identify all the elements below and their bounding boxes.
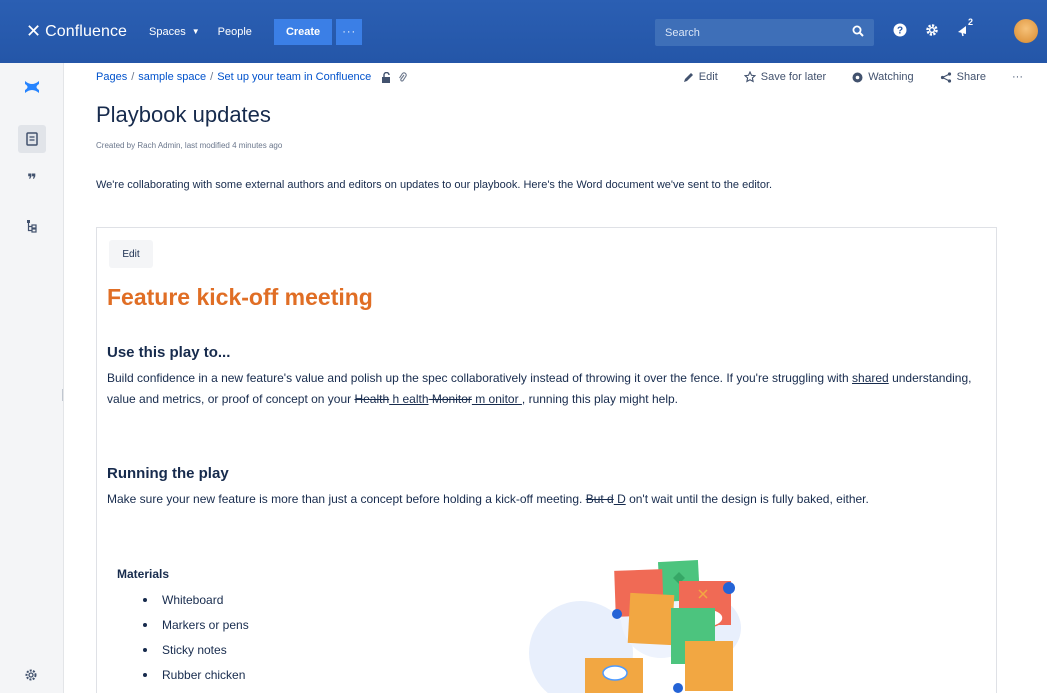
text-run: , running this play might help.: [521, 392, 678, 406]
pages-icon[interactable]: [18, 125, 46, 153]
inserted-text: D: [613, 492, 626, 506]
list-item: Whiteboard: [141, 591, 249, 616]
document-heading: Feature kick-off meeting: [107, 284, 373, 310]
search-input[interactable]: [665, 26, 845, 39]
edit-page-button[interactable]: Edit: [683, 71, 718, 83]
spaces-label: Spaces: [149, 25, 186, 38]
confluence-logo[interactable]: ✕ Confluence: [26, 21, 127, 42]
create-button[interactable]: Create: [273, 18, 333, 45]
breadcrumb-sample-space[interactable]: sample space: [138, 71, 206, 83]
unlock-icon[interactable]: [381, 71, 392, 83]
section-paragraph-use-this-play: Build confidence in a new feature's valu…: [107, 368, 987, 410]
space-settings-icon[interactable]: [24, 668, 40, 684]
deleted-text: Monitor: [428, 392, 472, 406]
inserted-text: h ealth: [389, 392, 429, 406]
left-sidebar: ❞: [0, 63, 64, 693]
watching-label: Watching: [868, 71, 914, 83]
breadcrumb-pages[interactable]: Pages: [96, 71, 127, 83]
create-more-button[interactable]: ···: [336, 18, 363, 45]
eye-icon: [852, 72, 863, 82]
confluence-x-icon: ✕: [26, 21, 42, 41]
edit-label: Edit: [698, 71, 718, 83]
text-run: Build confidence in a new feature's valu…: [107, 371, 853, 385]
more-actions-button[interactable]: ···: [1012, 71, 1023, 83]
page-intro-text: We're collaborating with some external a…: [96, 179, 773, 191]
page-actions: Edit Save for later Watching Share ···: [657, 71, 1023, 83]
svg-text:?: ?: [897, 26, 903, 37]
breadcrumb: Pages / sample space / Set up your team …: [96, 71, 408, 83]
star-icon: [743, 71, 756, 83]
section-title-use-this-play: Use this play to...: [107, 344, 231, 361]
text-run: on't wait until the design is fully bake…: [625, 492, 869, 506]
page-title: Playbook updates: [96, 102, 271, 127]
share-button[interactable]: Share: [940, 71, 986, 83]
inserted-text: shared: [852, 371, 889, 385]
materials-list: Whiteboard Markers or pens Sticky notes …: [141, 591, 249, 691]
blog-quote-icon[interactable]: ❞: [22, 170, 42, 190]
text-run: Make sure your new feature is more than …: [107, 492, 586, 506]
notifications-icon[interactable]: 2: [955, 17, 979, 38]
brand-name: Confluence: [45, 22, 128, 40]
list-item: Markers or pens: [141, 616, 249, 641]
deleted-text: Health: [354, 392, 390, 406]
deleted-text: But d: [585, 492, 614, 506]
share-label: Share: [956, 71, 986, 83]
save-for-later-button[interactable]: Save for later: [743, 71, 827, 83]
document-edit-button[interactable]: Edit: [109, 240, 153, 268]
main-content: Pages / sample space / Set up your team …: [64, 63, 1047, 693]
chevron-down-icon: ▼: [191, 27, 200, 36]
notification-count: 2: [968, 17, 974, 27]
attachment-icon[interactable]: [398, 71, 408, 83]
embedded-document: Edit Feature kick-off meeting Use this p…: [96, 227, 997, 693]
list-item: Rubber chicken: [141, 666, 249, 691]
settings-gear-icon[interactable]: [924, 22, 940, 38]
help-icon[interactable]: ?: [892, 22, 908, 38]
people-link[interactable]: People: [218, 26, 252, 38]
materials-title: Materials: [117, 567, 170, 581]
top-navigation: ✕ Confluence Spaces ▼ People Create ··· …: [0, 0, 1047, 63]
user-avatar[interactable]: [1014, 19, 1038, 43]
spaces-menu[interactable]: Spaces ▼: [149, 26, 200, 38]
page-tree-icon[interactable]: [22, 216, 42, 236]
section-paragraph-running-the-play: Make sure your new feature is more than …: [107, 489, 987, 510]
breadcrumb-separator: /: [210, 71, 214, 83]
pencil-icon: [683, 72, 693, 82]
inserted-text: m onitor: [471, 392, 522, 406]
watching-button[interactable]: Watching: [852, 71, 914, 83]
list-item: Sticky notes: [141, 641, 249, 666]
share-icon: [940, 71, 951, 83]
breadcrumb-set-up-team[interactable]: Set up your team in Confluence: [217, 71, 371, 83]
breadcrumb-separator: /: [131, 71, 135, 83]
sticky-notes-illustration: [529, 559, 741, 693]
section-title-running-the-play: Running the play: [107, 465, 229, 482]
save-for-later-label: Save for later: [760, 71, 827, 83]
people-label: People: [217, 25, 252, 38]
space-logo-icon[interactable]: [22, 77, 42, 97]
page-byline: Created by Rach Admin, last modified 4 m…: [96, 141, 283, 150]
search-icon[interactable]: [852, 25, 864, 37]
search-box[interactable]: [655, 19, 874, 46]
